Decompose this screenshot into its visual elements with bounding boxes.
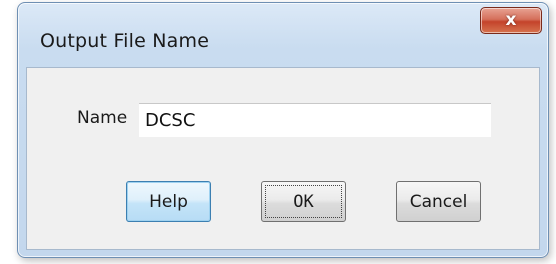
close-icon: x xyxy=(505,10,517,30)
help-button[interactable]: Help xyxy=(126,181,211,222)
cancel-button[interactable]: Cancel xyxy=(396,181,481,222)
output-file-name-dialog: Output File Name x Name Help OK Cancel xyxy=(17,2,549,258)
help-button-label: Help xyxy=(149,191,188,212)
name-label: Name xyxy=(77,108,128,128)
ok-button[interactable]: OK xyxy=(261,181,346,222)
name-input[interactable] xyxy=(139,103,491,137)
dialog-title: Output File Name xyxy=(40,30,210,52)
focus-rectangle xyxy=(265,185,342,218)
dialog-client-area: Name Help OK Cancel xyxy=(26,67,540,250)
close-button[interactable]: x xyxy=(480,7,542,34)
cancel-button-label: Cancel xyxy=(409,191,468,212)
